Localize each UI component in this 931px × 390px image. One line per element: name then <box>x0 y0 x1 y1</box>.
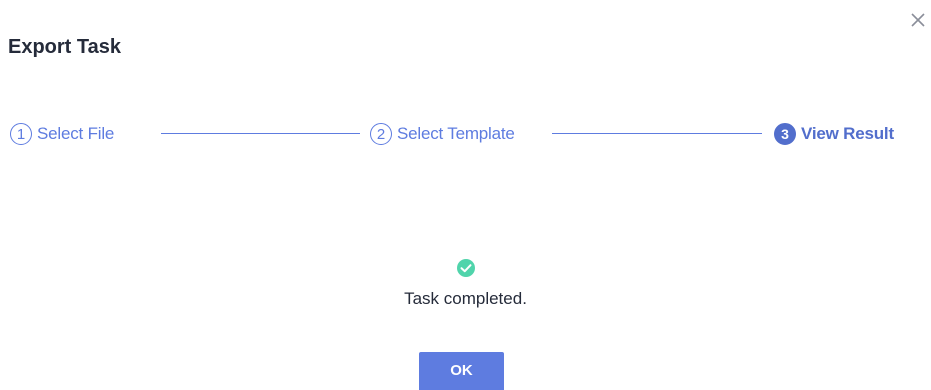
check-circle-icon <box>456 258 476 278</box>
step-select-file: 1 Select File <box>10 120 114 148</box>
result-message: Task completed. <box>404 289 527 308</box>
step-view-result: 3 View Result <box>774 120 894 148</box>
step-indicator: 1 Select File 2 Select Template 3 View R… <box>10 120 915 148</box>
ok-button[interactable]: OK <box>419 352 504 390</box>
close-button[interactable] <box>908 10 928 30</box>
dialog-title: Export Task <box>8 36 121 58</box>
step-number-2: 2 <box>370 123 392 145</box>
result-status <box>0 258 931 283</box>
step-number-3: 3 <box>774 123 796 145</box>
close-icon <box>911 13 925 27</box>
step-select-template: 2 Select Template <box>370 120 515 148</box>
step-label-select-file: Select File <box>37 124 115 143</box>
step-connector-1 <box>161 133 360 134</box>
export-task-dialog: Export Task 1 Select File 2 Select Templ… <box>0 0 931 390</box>
step-connector-2 <box>552 133 762 134</box>
step-label-select-template: Select Template <box>397 124 515 143</box>
step-number-1: 1 <box>10 123 32 145</box>
step-label-view-result: View Result <box>801 124 894 143</box>
